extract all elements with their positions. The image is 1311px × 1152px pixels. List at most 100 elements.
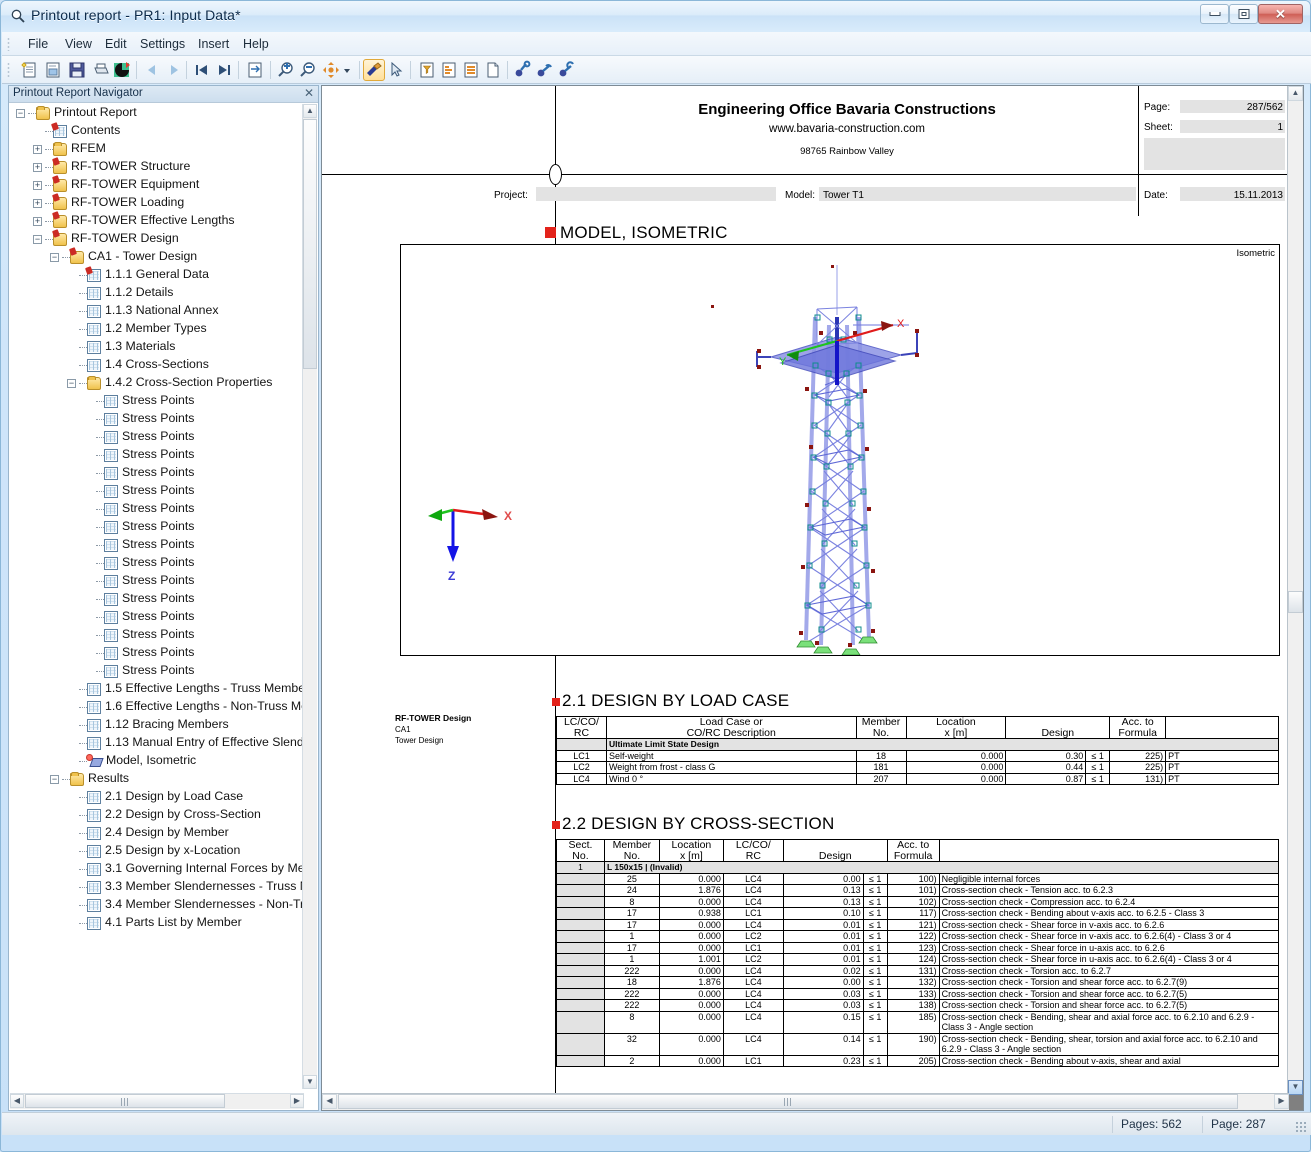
tree-item[interactable]: 1.4 Cross-Sections bbox=[10, 356, 304, 374]
tree-item[interactable]: Stress Points bbox=[10, 536, 304, 554]
tree-item[interactable]: 2.4 Design by Member bbox=[10, 824, 304, 842]
tree-item[interactable]: 1.1.2 Details bbox=[10, 284, 304, 302]
tree-toggle-minus-icon[interactable]: − bbox=[16, 109, 25, 119]
tree-toggle-plus-icon[interactable]: + bbox=[33, 199, 42, 209]
tree-item[interactable]: 2.5 Design by x-Location bbox=[10, 842, 304, 860]
nav-scroll-down-icon[interactable]: ▼ bbox=[303, 1075, 317, 1089]
tree-item[interactable]: Stress Points bbox=[10, 590, 304, 608]
tree-toggle-minus-icon[interactable]: − bbox=[67, 379, 76, 389]
tree-toggle-plus-icon[interactable]: + bbox=[33, 181, 42, 191]
tree-item[interactable]: + RF-TOWER Equipment bbox=[10, 176, 304, 194]
tree-item[interactable]: Stress Points bbox=[10, 518, 304, 536]
tree-item[interactable]: Stress Points bbox=[10, 608, 304, 626]
document-horizontal-scrollbar[interactable]: ◀ ▶ bbox=[322, 1093, 1289, 1110]
tree-item[interactable]: + RFEM bbox=[10, 140, 304, 158]
nav-hscroll-thumb[interactable] bbox=[25, 1094, 225, 1108]
tree-item[interactable]: 1.13 Manual Entry of Effective Slenderne… bbox=[10, 734, 304, 752]
tree-item[interactable]: Stress Points bbox=[10, 554, 304, 572]
doc-scroll-right-icon[interactable]: ▶ bbox=[1274, 1094, 1289, 1109]
tree-item[interactable]: 1.1.1 General Data bbox=[10, 266, 304, 284]
tree-item[interactable]: Stress Points bbox=[10, 572, 304, 590]
minimize-button[interactable] bbox=[1200, 4, 1229, 24]
tree-toggle-plus-icon[interactable]: + bbox=[33, 163, 42, 173]
first-page-icon[interactable] bbox=[191, 59, 213, 81]
tree-item[interactable]: 1.1.3 National Annex bbox=[10, 302, 304, 320]
navigator-horizontal-scrollbar[interactable]: ◀ ▶ bbox=[10, 1093, 304, 1109]
tree-item[interactable]: 4.1 Parts List by Member bbox=[10, 914, 304, 932]
navigator-vertical-scrollbar[interactable]: ▲ ▼ bbox=[302, 104, 317, 1089]
project-value-box[interactable] bbox=[536, 187, 776, 201]
page-properties-icon[interactable] bbox=[438, 59, 460, 81]
tree-item[interactable]: 3.4 Member Slendernesses - Non-Truss Mem… bbox=[10, 896, 304, 914]
lock-icon[interactable] bbox=[556, 59, 578, 81]
tree-item[interactable]: Stress Points bbox=[10, 662, 304, 680]
tree-item[interactable]: Stress Points bbox=[10, 464, 304, 482]
tree-toggle-minus-icon[interactable]: − bbox=[33, 235, 42, 245]
tree-toggle-plus-icon[interactable]: + bbox=[33, 217, 42, 227]
tree-item[interactable]: 3.3 Member Slendernesses - Truss Members bbox=[10, 878, 304, 896]
link-icon[interactable] bbox=[512, 59, 534, 81]
tree-item[interactable]: Stress Points bbox=[10, 428, 304, 446]
tree-item[interactable]: Stress Points bbox=[10, 482, 304, 500]
tree-item[interactable]: Stress Points bbox=[10, 626, 304, 644]
page-content-icon[interactable] bbox=[460, 59, 482, 81]
menubar-grip[interactable] bbox=[7, 37, 10, 51]
doc-vscroll-thumb[interactable] bbox=[1288, 591, 1303, 613]
last-page-icon[interactable] bbox=[213, 59, 235, 81]
filter-page-icon[interactable] bbox=[416, 59, 438, 81]
zoom-in-icon[interactable] bbox=[275, 59, 297, 81]
menu-edit[interactable]: Edit bbox=[97, 36, 135, 53]
tree-toggle-minus-icon[interactable]: − bbox=[50, 775, 59, 785]
menu-insert[interactable]: Insert bbox=[190, 36, 237, 53]
refresh-icon[interactable] bbox=[111, 59, 133, 81]
model-value-box[interactable] bbox=[819, 187, 1136, 201]
tree-item[interactable]: 2.2 Design by Cross-Section bbox=[10, 806, 304, 824]
doc-scroll-down-icon[interactable]: ▼ bbox=[1288, 1080, 1303, 1095]
tree-item[interactable]: Stress Points bbox=[10, 446, 304, 464]
tree-item[interactable]: 3.1 Governing Internal Forces by Member bbox=[10, 860, 304, 878]
toolbar-grip[interactable] bbox=[7, 62, 10, 78]
page-setup-icon[interactable] bbox=[244, 59, 266, 81]
save-icon[interactable] bbox=[66, 59, 88, 81]
tree-item[interactable]: 1.3 Materials bbox=[10, 338, 304, 356]
menu-help[interactable]: Help bbox=[235, 36, 277, 53]
tree-toggle-plus-icon[interactable]: + bbox=[33, 145, 42, 155]
nav-vscroll-thumb[interactable] bbox=[303, 119, 317, 369]
report-tree[interactable]: − Printout Report Contents + RFEM + RF-TOWER … bbox=[10, 104, 304, 1089]
doc-hscroll-thumb[interactable] bbox=[338, 1094, 1238, 1109]
tree-item[interactable]: − Printout Report bbox=[10, 104, 304, 122]
zoom-out-icon[interactable] bbox=[297, 59, 319, 81]
tree-item[interactable]: Stress Points bbox=[10, 392, 304, 410]
tree-item[interactable]: 2.1 Design by Load Case bbox=[10, 788, 304, 806]
resize-grip[interactable] bbox=[1295, 1121, 1307, 1133]
tree-item[interactable]: − 1.4.2 Cross-Section Properties bbox=[10, 374, 304, 392]
maximize-button[interactable] bbox=[1229, 4, 1258, 24]
tree-item[interactable]: + RF-TOWER Loading bbox=[10, 194, 304, 212]
tree-item[interactable]: 1.6 Effective Lengths - Non-Truss Member… bbox=[10, 698, 304, 716]
tree-toggle-minus-icon[interactable]: − bbox=[50, 253, 59, 263]
doc-scroll-up-icon[interactable]: ▲ bbox=[1288, 86, 1303, 101]
tree-item[interactable]: Stress Points bbox=[10, 410, 304, 428]
tree-item[interactable]: − RF-TOWER Design bbox=[10, 230, 304, 248]
nav-scroll-left-icon[interactable]: ◀ bbox=[10, 1094, 24, 1108]
prev-page-icon[interactable] bbox=[141, 59, 163, 81]
tree-item[interactable]: − Results bbox=[10, 770, 304, 788]
blank-page-icon[interactable] bbox=[482, 59, 504, 81]
nav-scroll-up-icon[interactable]: ▲ bbox=[303, 104, 317, 118]
tree-item[interactable]: Contents bbox=[10, 122, 304, 140]
tree-item[interactable]: Stress Points bbox=[10, 644, 304, 662]
print-icon[interactable] bbox=[90, 59, 112, 81]
open-report-icon[interactable] bbox=[42, 59, 64, 81]
navigator-close-icon[interactable]: ✕ bbox=[304, 86, 314, 100]
menu-settings[interactable]: Settings bbox=[132, 36, 193, 53]
new-report-icon[interactable] bbox=[18, 59, 40, 81]
next-page-icon[interactable] bbox=[163, 59, 185, 81]
tree-item[interactable]: + RF-TOWER Effective Lengths bbox=[10, 212, 304, 230]
pan-icon[interactable] bbox=[320, 59, 342, 81]
menu-view[interactable]: View bbox=[57, 36, 100, 53]
close-button[interactable]: ✕ bbox=[1258, 4, 1303, 24]
unlock-icon[interactable] bbox=[534, 59, 556, 81]
menu-file[interactable]: File bbox=[20, 36, 56, 53]
document-vertical-scrollbar[interactable]: ▲ ▼ bbox=[1287, 86, 1303, 1095]
hand-select-icon[interactable] bbox=[363, 59, 385, 81]
